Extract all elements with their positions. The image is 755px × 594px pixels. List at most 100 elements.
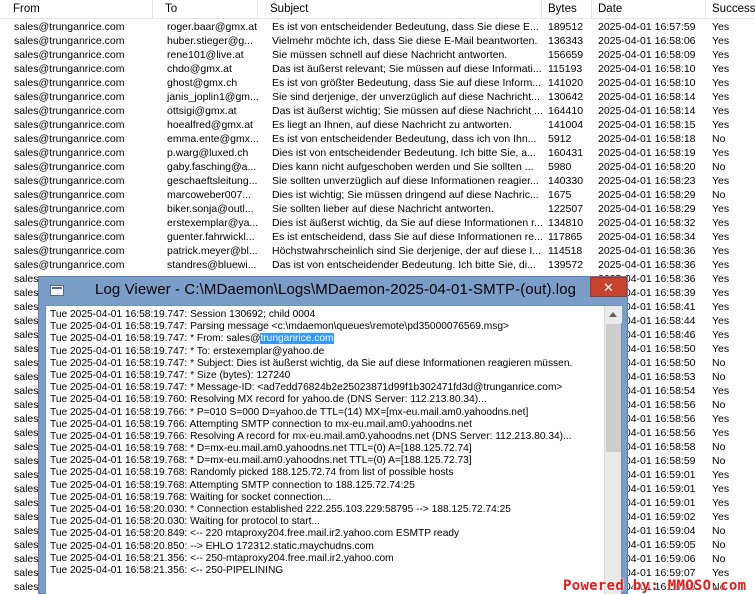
cell-subject: Es ist von größter Bedeutung, dass Sie a… (272, 77, 542, 89)
cell-success: No (712, 371, 726, 383)
cell-bytes: 122507 (548, 203, 584, 215)
log-line: Tue 2025-04-01 16:58:19.747: * Message-I… (48, 382, 604, 394)
cell-subject: Es ist entscheidend, dass Sie auf diese … (272, 231, 542, 243)
cell-bytes: 140330 (548, 175, 584, 187)
cell-date: 2025-04-01 16:58:10 (598, 77, 696, 89)
cell-success: No (712, 525, 726, 537)
title-bar[interactable]: Log Viewer - C:\MDaemon\Logs\MDaemon-202… (39, 277, 627, 305)
table-row[interactable]: sales@trunganrice.com geschaeftsleitung..… (0, 174, 755, 188)
column-header-success[interactable]: Success (706, 0, 755, 19)
table-row[interactable]: sales@trunganrice.com p.warg@luxed.ch Dies… (0, 146, 755, 160)
cell-from: sales@trunganrice.com (14, 231, 125, 243)
table-row[interactable]: sales@trunganrice.com erstexemplar@ya... D… (0, 216, 755, 230)
log-line: Tue 2025-04-01 16:58:20.030: Waiting for… (48, 516, 604, 528)
cell-success: Yes (712, 497, 730, 509)
table-row[interactable]: sales@trunganrice.com emma.ente@gmx... Es … (0, 132, 755, 146)
scroll-up-arrow-icon[interactable] (605, 306, 622, 323)
cell-date: 2025-04-01 16:58:34 (598, 231, 696, 243)
cell-subject: Es ist von entscheidender Bedeutung, das… (272, 133, 537, 145)
log-line: Tue 2025-04-01 16:58:19.760: Resolving M… (48, 394, 604, 406)
cell-success: Yes (712, 91, 730, 103)
table-row[interactable]: sales@trunganrice.com marcoweber007... Die… (0, 188, 755, 202)
table-row[interactable]: sales@trunganrice.com gaby.fasching@a... D… (0, 160, 755, 174)
cell-to: roger.baar@gmx.at (167, 21, 258, 33)
log-viewer-window: Log Viewer - C:\MDaemon\Logs\MDaemon-202… (38, 276, 628, 594)
table-row[interactable]: sales@trunganrice.com guenter.fahrwickl..… (0, 230, 755, 244)
cell-from: sales@trunganrice.com (14, 35, 125, 47)
cell-bytes: 189512 (548, 21, 584, 33)
cell-success: Yes (712, 245, 730, 257)
cell-date: 2025-04-01 16:58:10 (598, 63, 696, 75)
cell-to: erstexemplar@ya... (167, 217, 258, 229)
log-text-area[interactable]: Tue 2025-04-01 16:58:19.747: Session 130… (45, 305, 622, 594)
cell-date: 2025-04-01 16:57:59 (598, 21, 696, 33)
table-row[interactable]: sales@trunganrice.com biker.sonja@outl...… (0, 202, 755, 216)
table-row[interactable]: sales@trunganrice.com huber.stieger@g... V… (0, 34, 755, 48)
cell-to: guenter.fahrwickl... (167, 231, 255, 243)
cell-success: Yes (712, 217, 730, 229)
table-row[interactable]: sales@trunganrice.com patrick.meyer@bl...… (0, 244, 755, 258)
table-row[interactable]: sales@trunganrice.com rene101@live.at Sie … (0, 48, 755, 62)
table-row[interactable]: sales@trunganrice.com chdo@gmx.at Das ist … (0, 62, 755, 76)
cell-success: No (712, 189, 726, 201)
cell-success: Yes (712, 483, 730, 495)
cell-bytes: 5980 (548, 161, 572, 173)
log-line: Tue 2025-04-01 16:58:19.768: * D=mx-eu.m… (48, 455, 604, 467)
cell-bytes: 136343 (548, 35, 584, 47)
vertical-scrollbar[interactable] (604, 306, 622, 594)
cell-from: sales@trunganrice.com (14, 63, 125, 75)
log-line: Tue 2025-04-01 16:58:19.768: Randomly pi… (48, 467, 604, 479)
cell-success: Yes (712, 315, 730, 327)
table-row[interactable]: sales@trunganrice.com janis_joplin1@gm...… (0, 90, 755, 104)
log-line: Tue 2025-04-01 16:58:19.747: * Subject: … (48, 358, 604, 370)
table-row[interactable]: sales@trunganrice.com standres@bluewi... D… (0, 258, 755, 272)
cell-to: janis_joplin1@gm... (167, 91, 258, 103)
close-button[interactable]: ✕ (590, 277, 627, 297)
table-row[interactable]: sales@trunganrice.com roger.baar@gmx.at Es… (0, 20, 755, 34)
cell-from: sales@trunganrice.com (14, 175, 125, 187)
cell-to: emma.ente@gmx... (167, 133, 258, 145)
cell-subject: Das ist äußerst wichtig; Sie müssen auf … (272, 105, 542, 117)
cell-to: biker.sonja@outl... (167, 203, 254, 215)
cell-date: 2025-04-01 16:58:19 (598, 147, 696, 159)
list-header: From To Subject Bytes Date Success (0, 0, 755, 19)
column-header-date[interactable]: Date (592, 0, 706, 19)
cell-date: 2025-04-01 16:58:15 (598, 119, 696, 131)
log-line: Tue 2025-04-01 16:58:19.768: * D=mx-eu.m… (48, 443, 604, 455)
log-line: Tue 2025-04-01 16:58:21.356: <-- 250-PIP… (48, 565, 604, 577)
cell-bytes: 1675 (548, 189, 572, 201)
window-icon (50, 285, 64, 296)
cell-from: sales@trunganrice.com (14, 49, 125, 61)
table-row[interactable]: sales@trunganrice.com ghost@gmx.ch Es ist … (0, 76, 755, 90)
cell-to: geschaeftsleitung... (167, 175, 258, 187)
cell-from: sales@trunganrice.com (14, 147, 125, 159)
log-line-text: Tue 2025-04-01 16:58:19.747: * To: erste… (50, 345, 325, 357)
table-row[interactable]: sales@trunganrice.com ottsigi@gmx.at Das i… (0, 104, 755, 118)
cell-success: Yes (712, 21, 730, 33)
cell-success: Yes (712, 511, 730, 523)
cell-to: ottsigi@gmx.at (167, 105, 237, 117)
cell-date: 2025-04-01 16:58:36 (598, 245, 696, 257)
cell-bytes: 160431 (548, 147, 584, 159)
cell-subject: Höchstwahrscheinlich sind Sie derjenige,… (272, 245, 542, 257)
cell-subject: Es ist von entscheidender Bedeutung, das… (272, 21, 539, 33)
cell-bytes: 156659 (548, 49, 584, 61)
scrollbar-thumb[interactable] (606, 324, 621, 452)
log-line: Tue 2025-04-01 16:58:19.768: Waiting for… (48, 492, 604, 504)
log-lines[interactable]: Tue 2025-04-01 16:58:19.747: Session 130… (48, 309, 604, 594)
table-row[interactable]: sales@trunganrice.com hoealfred@gmx.at Es … (0, 118, 755, 132)
cell-success: Yes (712, 203, 730, 215)
cell-success: Yes (712, 273, 730, 285)
cell-date: 2025-04-01 16:58:23 (598, 175, 696, 187)
cell-subject: Das ist von entscheidender Bedeutung. Ic… (272, 259, 536, 271)
log-line: Tue 2025-04-01 16:58:19.766: Resolving A… (48, 431, 604, 443)
log-line-text: Tue 2025-04-01 16:58:19.747: Parsing mes… (50, 321, 509, 333)
cell-date: 2025-04-01 16:58:14 (598, 105, 696, 117)
column-header-bytes[interactable]: Bytes (542, 0, 592, 19)
column-header-to[interactable]: To (153, 0, 258, 19)
log-line-text: Tue 2025-04-01 16:58:19.768: Randomly pi… (50, 467, 454, 479)
cell-to: huber.stieger@g... (167, 35, 253, 47)
column-header-from[interactable]: From (0, 0, 153, 19)
column-header-subject[interactable]: Subject (258, 0, 542, 19)
cell-success: No (712, 133, 726, 145)
